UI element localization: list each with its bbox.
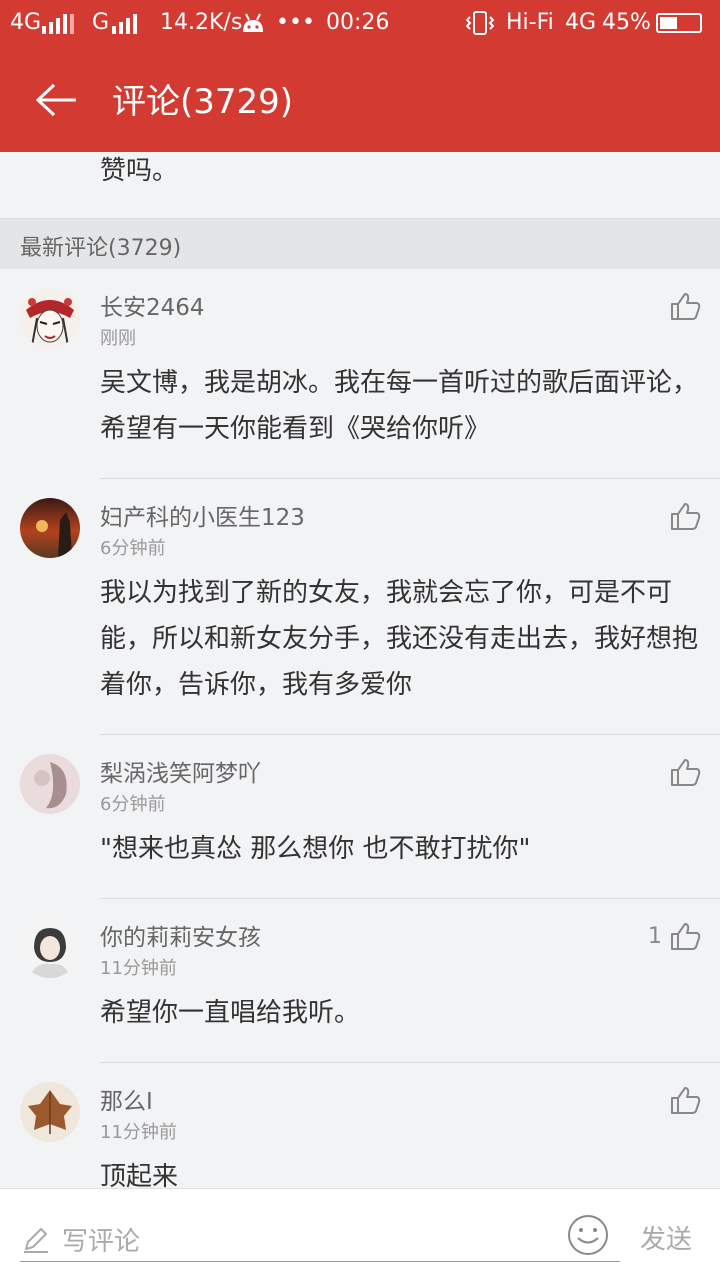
network-label-4g: 4G [10,10,42,35]
battery-icon [656,13,702,33]
more-notifications: ••• [276,10,315,35]
smiley-icon [568,1215,608,1255]
comment-username[interactable]: 梨涡浅笑阿梦吖 [100,754,261,788]
section-header: 最新评论(3729) [0,218,720,269]
comment-time: 11分钟前 [100,1122,177,1143]
network-label-4g-2: 4G [565,10,597,35]
like-count: 1 [648,923,662,949]
comment-input-bar: 写评论 发送 [0,1188,720,1281]
signal-icon-2 [112,14,137,34]
comment-item: 你的莉莉安女孩 11分钟前 1 希望你一直唱给我听。 [0,898,720,1062]
comment-time: 6分钟前 [100,794,166,815]
thumbs-up-icon [671,759,701,786]
comment-item: 梨涡浅笑阿梦吖 6分钟前 "想来也真怂 那么想你 也不敢打扰你" [0,734,720,898]
comment-input-placeholder: 写评论 [62,1227,141,1257]
avatar[interactable] [20,498,80,558]
thumbs-up-icon [671,503,701,530]
comment-username[interactable]: 妇产科的小医生123 [100,498,305,532]
avatar[interactable] [20,1082,80,1142]
avatar[interactable] [20,918,80,978]
comment-input[interactable]: 写评论 [20,1211,620,1262]
back-arrow-icon [35,83,76,117]
emoji-button[interactable] [566,1213,610,1261]
hifi-label: Hi-Fi [506,10,554,35]
comment-item: 妇产科的小医生123 6分钟前 我以为找到了新的女友，我就会忘了你，可是不可能，… [0,478,720,734]
clock: 00:26 [326,10,390,35]
thumbs-up-icon [671,293,701,320]
app-bar: 评论(3729) [0,48,720,152]
avatar[interactable] [20,288,80,348]
comment-username[interactable]: 你的莉莉安女孩 [100,918,261,952]
like-button[interactable] [662,288,702,324]
comment-content: 吴文博，我是胡冰。我在每一首听过的歌后面评论，希望有一天你能看到《哭给你听》 [100,368,699,444]
comment-time: 6分钟前 [100,538,166,559]
android-icon [243,13,263,32]
avatar[interactable] [20,754,80,814]
signal-icon [42,14,74,34]
thumbs-up-icon [671,923,701,950]
back-button[interactable] [24,68,88,132]
battery-percent: 45% [602,10,651,35]
comment-content: "想来也真怂 那么想你 也不敢打扰你" [100,834,531,864]
section-title: 最新评论(3729) [20,236,182,261]
thumbs-up-icon [671,1087,701,1114]
pencil-icon [24,1228,48,1253]
page-title: 评论(3729) [112,82,294,122]
comment-time: 刚刚 [100,328,136,349]
previous-comment-text: 赞吗。 [100,156,179,186]
vibrate-icon [466,11,494,35]
comment-item: 那么I 11分钟前 顶起来 [0,1062,720,1192]
like-button[interactable] [662,1082,702,1118]
send-button[interactable]: 发送 [640,1219,692,1256]
like-button[interactable]: 1 [648,918,702,954]
status-bar: 4G G 14.2K/s ••• 00:26 Hi-Fi 4G 45% [0,0,720,48]
comment-username[interactable]: 长安2464 [100,288,205,322]
comment-content: 我以为找到了新的女友，我就会忘了你，可是不可能，所以和新女友分手，我还没有走出去… [100,578,699,700]
network-speed: 14.2K/s [160,10,243,35]
comment-username[interactable]: 那么I [100,1082,153,1116]
comment-content: 希望你一直唱给我听。 [100,998,361,1028]
comment-item: 长安2464 刚刚 吴文博，我是胡冰。我在每一首听过的歌后面评论，希望有一天你能… [0,268,720,478]
comment-time: 11分钟前 [100,958,177,979]
network-label-g: G [92,10,110,35]
like-button[interactable] [662,498,702,534]
like-button[interactable] [662,754,702,790]
